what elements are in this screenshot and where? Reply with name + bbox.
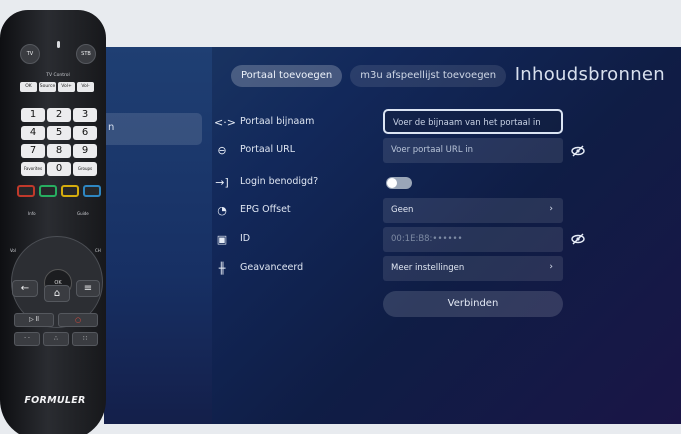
portal-url-label: Portaal URL bbox=[240, 144, 295, 155]
blue-button[interactable] bbox=[83, 185, 101, 197]
num-7-button[interactable]: 7 bbox=[21, 144, 45, 158]
record-button[interactable]: ○ bbox=[58, 313, 98, 327]
epg-offset-label: EPG Offset bbox=[240, 204, 291, 215]
num-5-button[interactable]: 5 bbox=[47, 126, 71, 140]
num-2-button[interactable]: 2 bbox=[47, 108, 71, 122]
vol-up-small-button[interactable]: Vol+ bbox=[58, 82, 75, 92]
guide-label[interactable]: Guide bbox=[77, 211, 89, 216]
num-3-button[interactable]: 3 bbox=[73, 108, 97, 122]
sidebar: n bbox=[104, 47, 212, 424]
advanced-value: Meer instellingen bbox=[391, 263, 465, 273]
num-9-button[interactable]: 9 bbox=[73, 144, 97, 158]
login-icon: →] bbox=[215, 176, 229, 189]
num-6-button[interactable]: 6 bbox=[73, 126, 97, 140]
back-arrow-icon: ← bbox=[20, 283, 30, 294]
tab-bar: Portaal toevoegen m3u afspeellijst toevo… bbox=[231, 65, 507, 87]
clock-icon: ◔ bbox=[217, 204, 227, 217]
groups-button[interactable]: Groups bbox=[73, 162, 97, 176]
remote-control: TV STB TV Control OK Source Vol+ Vol- 1 … bbox=[0, 10, 106, 434]
microphone-icon bbox=[57, 41, 60, 48]
tv-control-label: TV Control bbox=[46, 73, 70, 78]
advanced-select[interactable]: Meer instellingen › bbox=[383, 256, 563, 281]
chevron-right-icon: › bbox=[549, 204, 553, 214]
tab-add-portal[interactable]: Portaal toevoegen bbox=[231, 65, 343, 87]
login-label: Login benodigd? bbox=[240, 176, 319, 187]
dots-icon: · · bbox=[24, 335, 30, 342]
ch-label: CH bbox=[95, 248, 101, 253]
num-0-button[interactable]: 0 bbox=[47, 162, 71, 176]
menu-button[interactable]: ≡ bbox=[76, 280, 100, 297]
num-8-button[interactable]: 8 bbox=[47, 144, 71, 158]
menu-icon: ≡ bbox=[83, 283, 93, 294]
option-1-button[interactable]: · · bbox=[14, 332, 40, 346]
epg-offset-value: Geen bbox=[391, 205, 414, 215]
link-icon: ⊖ bbox=[217, 144, 227, 157]
green-button[interactable] bbox=[39, 185, 57, 197]
sliders-icon: ╫ bbox=[218, 262, 226, 275]
connect-button[interactable]: Verbinden bbox=[383, 291, 563, 317]
favorites-button[interactable]: Favorites bbox=[21, 162, 45, 176]
page-title: Inhoudsbronnen bbox=[514, 64, 665, 85]
red-button[interactable] bbox=[17, 185, 35, 197]
advanced-label: Geavanceerd bbox=[240, 262, 304, 273]
stb-power-button[interactable]: STB bbox=[76, 44, 96, 64]
play-pause-button[interactable]: ▷ ll bbox=[14, 313, 54, 327]
dots-icon: ∷ bbox=[83, 335, 87, 342]
option-2-button[interactable]: ∴ bbox=[43, 332, 69, 346]
id-value: 00:1E:B8:•••••• bbox=[391, 234, 463, 244]
tv-power-button[interactable]: TV bbox=[20, 44, 40, 64]
num-4-button[interactable]: 4 bbox=[21, 126, 45, 140]
info-label[interactable]: Info bbox=[28, 211, 36, 216]
dots-icon: ∴ bbox=[54, 335, 58, 342]
brand-logo: FORMULER bbox=[24, 395, 86, 406]
option-3-button[interactable]: ∷ bbox=[72, 332, 98, 346]
eye-off-icon[interactable] bbox=[571, 145, 589, 159]
id-label: ID bbox=[240, 233, 251, 244]
home-icon: ⌂ bbox=[53, 288, 61, 299]
chip-icon: ▣ bbox=[216, 233, 228, 246]
record-icon: ○ bbox=[74, 316, 82, 324]
sidebar-selected-label: n bbox=[108, 122, 115, 133]
login-toggle[interactable] bbox=[386, 177, 412, 189]
source-button[interactable]: Source bbox=[39, 82, 56, 92]
portal-name-label: Portaal bijnaam bbox=[240, 116, 315, 127]
tab-add-m3u[interactable]: m3u afspeellijst toevoegen bbox=[350, 65, 507, 87]
back-button[interactable]: ← bbox=[12, 280, 38, 297]
vol-label: Vol bbox=[10, 248, 16, 253]
vol-down-small-button[interactable]: Vol- bbox=[77, 82, 94, 92]
portal-url-input[interactable]: Voer portaal URL in bbox=[383, 138, 563, 163]
sidebar-selected-item[interactable]: n bbox=[104, 113, 202, 145]
portal-name-input[interactable]: Voer de bijnaam van het portaal in bbox=[383, 109, 563, 134]
portal-name-placeholder: Voer de bijnaam van het portaal in bbox=[393, 118, 541, 128]
play-pause-icon: ▷ ll bbox=[29, 316, 39, 323]
epg-offset-select[interactable]: Geen › bbox=[383, 198, 563, 223]
yellow-button[interactable] bbox=[61, 185, 79, 197]
chevron-right-icon: › bbox=[549, 262, 553, 272]
eye-off-icon[interactable] bbox=[571, 233, 589, 247]
id-field[interactable]: 00:1E:B8:•••••• bbox=[383, 227, 563, 252]
arrows-icon: <·> bbox=[214, 116, 236, 129]
home-button[interactable]: ⌂ bbox=[44, 285, 70, 302]
num-1-button[interactable]: 1 bbox=[21, 108, 45, 122]
portal-url-placeholder: Voer portaal URL in bbox=[391, 145, 473, 155]
tv-screen: n Portaal toevoegen m3u afspeellijst toe… bbox=[104, 47, 681, 424]
tv-ok-button[interactable]: OK bbox=[20, 82, 37, 92]
